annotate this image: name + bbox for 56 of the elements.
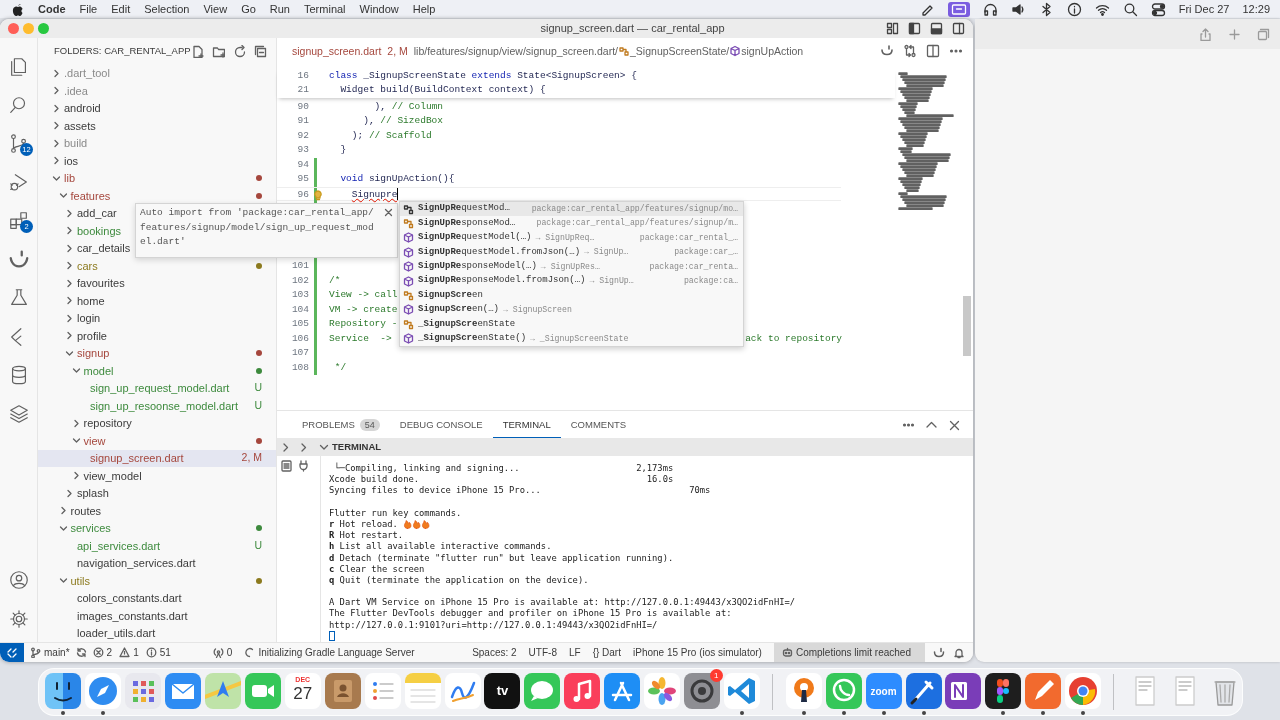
code-line: ); // Scaffold: [350, 128, 432, 143]
terminal-line: The Flutter DevTools debugger and profiler on iPhone 15 Pro is available at:: [329, 608, 732, 619]
terminal-line: Xcode build done. 16.0s: [329, 474, 674, 485]
code-line: ), // Column: [373, 99, 444, 114]
git-status: U: [254, 397, 262, 413]
terminal-line: A Dart VM Service on iPhone 15 Pro is available at: http://127.0.0.1:49443/x3QO2idFnHI=/: [329, 597, 796, 608]
terminal-line: d Detach (terminate "flutter run" but leave application running).: [329, 552, 674, 563]
line-number: 107: [290, 346, 309, 361]
terminal-line: r Hot reload.: [329, 518, 398, 529]
line-number: 93: [296, 143, 309, 158]
line-number: 103: [290, 288, 309, 303]
count-badge: 54: [359, 418, 380, 431]
code-line: */: [333, 360, 347, 375]
code-line: void signUpAction(){: [339, 172, 455, 187]
git-status: 2, M: [241, 450, 262, 466]
line-number: 96: [296, 187, 309, 201]
terminal-line: Syncing files to device iPhone 15 Pro... 70ms: [329, 485, 711, 496]
tooltip-text: Auto import from 'package:car_rental_app/ features/signup/model/sign_up_request_mod el.dart': [140, 207, 374, 247]
code-line: /*: [329, 273, 341, 288]
terminal-line: q Quit (terminate the application on the device).: [329, 574, 589, 585]
code-line: Repository -: [329, 317, 398, 332]
code-line: Signupre: [350, 187, 398, 201]
code-line: }: [339, 143, 347, 158]
line-number: 16: [296, 68, 309, 83]
window-title: signup_screen.dart — car_rental_app: [540, 21, 725, 37]
line-number: 101: [290, 259, 309, 274]
git-status: U: [254, 537, 262, 553]
time-text: 12:29: [1242, 1, 1270, 17]
terminal-line: Flutter run key commands.: [329, 507, 462, 518]
line-number: 90: [296, 99, 309, 114]
code-line: Service ->: [329, 331, 392, 346]
code-line: View -> call: [329, 288, 398, 303]
file-status: 2, M: [387, 43, 408, 59]
line-number: 102: [290, 273, 309, 288]
sidebar-title: FOLDERS: CAR_RENTAL_APP: [54, 44, 191, 59]
terminal-line: http://127.0.0.1:9101?uri=http://127.0.0.1:49443/x3QO2idFnHI=/: [329, 619, 658, 630]
code-line: Widget build(BuildContext context) {: [339, 83, 546, 98]
line-number: 105: [290, 317, 309, 332]
git-status: U: [254, 380, 262, 396]
line-number: 94: [296, 157, 309, 172]
line-number: 92: [296, 128, 309, 143]
code-line: class _SignupScreenState extends State<SignupScreen> {: [329, 68, 637, 83]
terminal-line: c Clear the screen: [329, 563, 425, 574]
line-number: 104: [290, 302, 309, 317]
line-number: 21: [296, 83, 309, 98]
line-number: 106: [290, 331, 309, 346]
code-line: VM -> create: [329, 302, 398, 317]
line-number: 108: [290, 360, 309, 375]
terminal-line: R Hot restart.: [329, 530, 404, 541]
line-number: 95: [296, 172, 309, 187]
date-text: Fri Dec 27: [1178, 1, 1230, 17]
line-number: 91: [296, 114, 309, 129]
terminal-line: h List all available interactive commands.: [329, 541, 552, 552]
code-line: ), // SizedBox: [362, 114, 444, 129]
code-line: ack to repository: [745, 331, 843, 346]
terminal-line: └─Compiling, linking and signing... 2,173ms: [333, 463, 674, 473]
